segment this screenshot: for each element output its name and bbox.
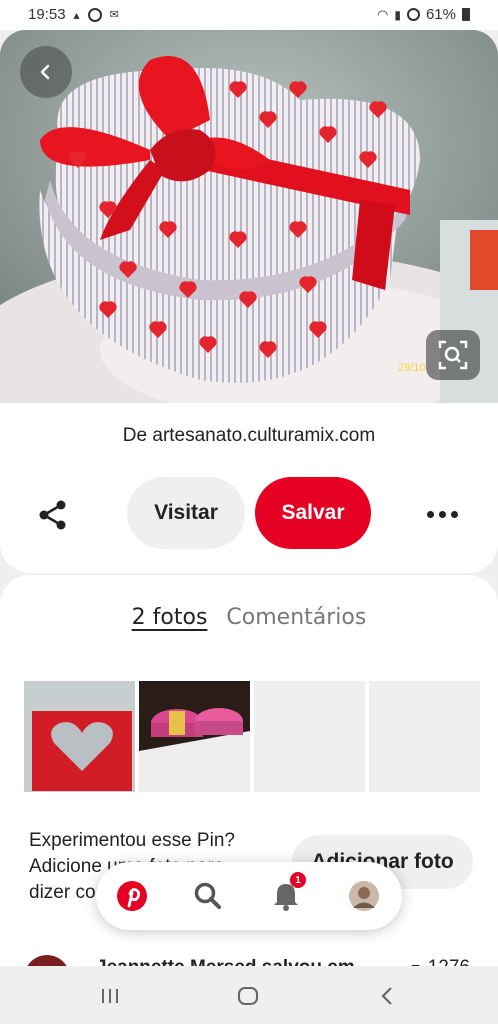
visit-button[interactable]: Visitar: [127, 477, 245, 549]
nav-home[interactable]: [112, 876, 152, 916]
do-not-disturb-icon: [406, 8, 420, 21]
tab-comments[interactable]: Comentários: [226, 605, 366, 630]
pinterest-logo-icon: [117, 881, 147, 911]
mail-icon: ✉: [109, 9, 119, 21]
nav-notifications[interactable]: 1: [266, 872, 306, 916]
status-time: 19:53: [28, 6, 66, 23]
pin-source[interactable]: De artesanato.culturamix.com: [0, 425, 498, 447]
tab-bar: 2 fotos Comentários: [0, 605, 498, 630]
photo-thumbnail[interactable]: [139, 681, 250, 792]
nav-search[interactable]: [188, 876, 228, 916]
notification-photo-icon: ▴: [73, 7, 80, 22]
home-button[interactable]: [236, 984, 260, 1008]
photo-placeholder: [254, 681, 365, 792]
nav-profile[interactable]: [344, 876, 384, 916]
pin-details-card: De artesanato.culturamix.com Visitar Sal…: [0, 403, 498, 573]
notification-badge: 1: [290, 872, 306, 888]
recent-apps-button[interactable]: [98, 984, 122, 1008]
battery-level: 61%: [425, 6, 456, 23]
photo-placeholder: [369, 681, 480, 792]
source-domain-link[interactable]: artesanato.culturamix.com: [152, 425, 375, 446]
visual-search-button[interactable]: [426, 330, 480, 380]
profile-avatar: [349, 881, 379, 911]
red-heart-window-box-photo: [24, 681, 135, 792]
pin-image[interactable]: 29/10: [0, 30, 498, 403]
chevron-left-icon: [40, 64, 50, 80]
status-bar: 19:53 ▴ ✉ ◠ ▮ 61%: [0, 0, 498, 30]
photo-thumbnail[interactable]: [24, 681, 135, 792]
more-dot: [438, 510, 446, 518]
lens-search-icon: [438, 340, 468, 370]
wifi-icon: ◠: [377, 6, 389, 22]
battery-icon: [462, 8, 470, 21]
source-prefix: De: [122, 425, 148, 446]
system-back-button[interactable]: [376, 984, 400, 1008]
signal-icon: ▮: [394, 7, 401, 22]
search-icon: [194, 882, 221, 909]
share-icon: [39, 500, 66, 530]
bottom-navigation: 1: [96, 862, 402, 930]
more-dots-icon: [426, 510, 434, 518]
share-button[interactable]: [34, 495, 74, 535]
tab-photos[interactable]: 2 fotos: [132, 605, 208, 630]
recent-apps-icon: [102, 989, 118, 1003]
chevron-left-icon: [381, 987, 392, 1005]
whatsapp-icon: [87, 7, 102, 22]
heart-gift-box-photo: 29/10: [0, 30, 498, 403]
photo-thumbnails: [24, 681, 480, 792]
more-dot: [450, 510, 458, 518]
back-button[interactable]: [20, 46, 72, 98]
pink-boxes-photo: [139, 681, 250, 792]
more-options-button[interactable]: [420, 499, 464, 529]
system-navigation-bar: [0, 966, 498, 1024]
home-icon: [238, 987, 258, 1005]
tried-line-1: Experimentou esse Pin?: [29, 830, 235, 851]
save-button[interactable]: Salvar: [255, 477, 371, 549]
image-date-stamp: 29/10: [398, 362, 426, 374]
